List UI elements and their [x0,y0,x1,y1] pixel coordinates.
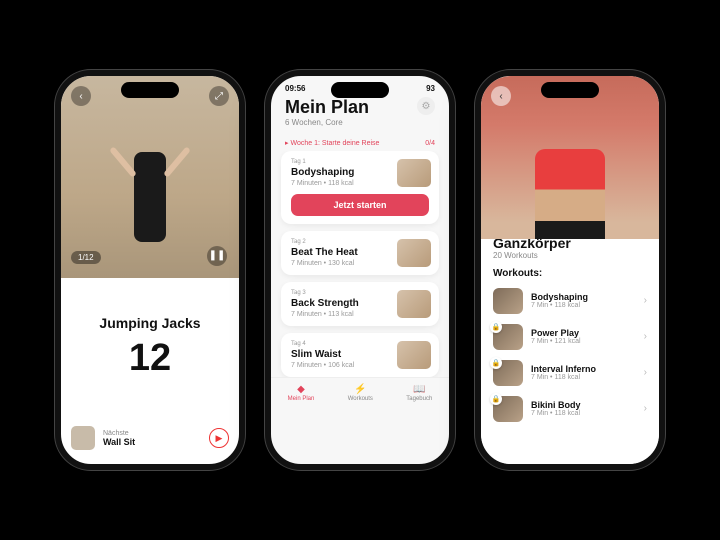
plan-card[interactable]: Tag 2 Beat The Heat 7 Minuten • 130 kcal [281,231,439,275]
workout-thumb: 🔒 [493,396,523,422]
next-exercise-bar: Nächste Wall Sit ▶ [61,418,239,464]
workout-row[interactable]: 🔒 Bikini Body 7 Min • 118 kcal › [493,391,647,427]
rep-count: 12 [129,337,171,380]
week-header[interactable]: ▸ Woche 1: Starte deine Reise 0/4 [271,135,449,151]
week-progress: 0/4 [425,140,435,147]
workout-name: Interval Inferno [531,364,636,374]
journal-icon: 📖 [413,384,425,395]
pause-button[interactable]: ❚❚ [207,246,227,266]
lock-icon: 🔒 [490,393,502,405]
workout-row[interactable]: 🔒 Interval Inferno 7 Min • 118 kcal › [493,355,647,391]
chevron-right-icon: › [644,331,647,342]
tab-bar: ◆ Mein Plan ⚡ Workouts 📖 Tagebuch [271,377,449,412]
workout-meta: 7 Min • 118 kcal [531,302,636,309]
workout-meta: 7 Min • 118 kcal [531,410,636,417]
workout-row[interactable]: Bodyshaping 7 Min • 118 kcal › [493,283,647,319]
plan-icon: ◆ [297,384,305,395]
week-label: Woche 1: Starte deine Reise [290,140,379,147]
lock-icon: 🔒 [490,357,502,369]
plan-card[interactable]: Tag 1 Bodyshaping 7 Minuten • 118 kcal J… [281,151,439,224]
start-button[interactable]: Jetzt starten [291,194,429,216]
plan-card[interactable]: Tag 3 Back Strength 7 Minuten • 113 kcal [281,282,439,326]
card-thumb [397,290,431,318]
tab-label: Mein Plan [288,396,315,402]
next-thumb [71,426,95,450]
exercise-video: ‹ ⤢ 1/12 ❚❚ [61,76,239,278]
category-count: 20 Workouts [493,251,647,260]
exercise-name: Jumping Jacks [99,315,200,331]
phone-workout-player: ‹ ⤢ 1/12 ❚❚ Jumping Jacks 12 Nächste Wal… [55,70,245,470]
next-name: Wall Sit [103,437,201,447]
skip-button[interactable]: ▶ [209,428,229,448]
page-title: Mein Plan [285,97,369,118]
phone-plan: 09:56 93 Mein Plan 6 Wochen, Core ⚙ ▸ Wo… [265,70,455,470]
workout-name: Power Play [531,328,636,338]
workout-thumb: 🔒 [493,360,523,386]
card-thumb [397,159,431,187]
tab-label: Workouts [348,396,373,402]
lock-icon: 🔒 [490,321,502,333]
back-button[interactable]: ‹ [491,86,511,106]
chevron-right-icon: › [644,295,647,306]
next-label: Nächste [103,430,201,437]
phone-category: ‹ Ganzkörper 20 Workouts Workouts: Bodys… [475,70,665,470]
status-battery: 93 [426,84,435,93]
status-time: 09:56 [285,84,305,93]
settings-icon[interactable]: ⚙ [417,97,435,115]
page-subtitle: 6 Wochen, Core [285,118,369,127]
trainer-figure [134,152,166,242]
notch [541,82,599,98]
workout-thumb: 🔒 [493,324,523,350]
workout-meta: 7 Min • 118 kcal [531,374,636,381]
workout-row[interactable]: 🔒 Power Play 7 Min • 121 kcal › [493,319,647,355]
tab-journal[interactable]: 📖 Tagebuch [406,384,432,402]
plan-card[interactable]: Tag 4 Slim Waist 7 Minuten • 106 kcal [281,333,439,377]
plan-cards: Tag 1 Bodyshaping 7 Minuten • 118 kcal J… [271,151,449,377]
workout-name: Bikini Body [531,400,636,410]
category-hero: ‹ [481,76,659,239]
workout-thumb [493,288,523,314]
chevron-right-icon: › [644,367,647,378]
plan-header: Mein Plan 6 Wochen, Core ⚙ [271,93,449,135]
tab-workouts[interactable]: ⚡ Workouts [348,384,373,402]
category-body: Ganzkörper 20 Workouts Workouts: Bodysha… [481,227,659,464]
zoom-icon[interactable]: ⤢ [209,86,229,106]
rep-progress-pill: 1/12 [71,251,101,264]
card-thumb [397,341,431,369]
chevron-right-icon: › [644,403,647,414]
section-heading: Workouts: [493,268,647,279]
notch [121,82,179,98]
exercise-info: Jumping Jacks 12 [61,278,239,418]
workouts-icon: ⚡ [354,384,366,395]
notch [331,82,389,98]
tab-plan[interactable]: ◆ Mein Plan [288,384,315,402]
back-button[interactable]: ‹ [71,86,91,106]
tab-label: Tagebuch [406,396,432,402]
workout-meta: 7 Min • 121 kcal [531,338,636,345]
card-thumb [397,239,431,267]
workout-name: Bodyshaping [531,292,636,302]
